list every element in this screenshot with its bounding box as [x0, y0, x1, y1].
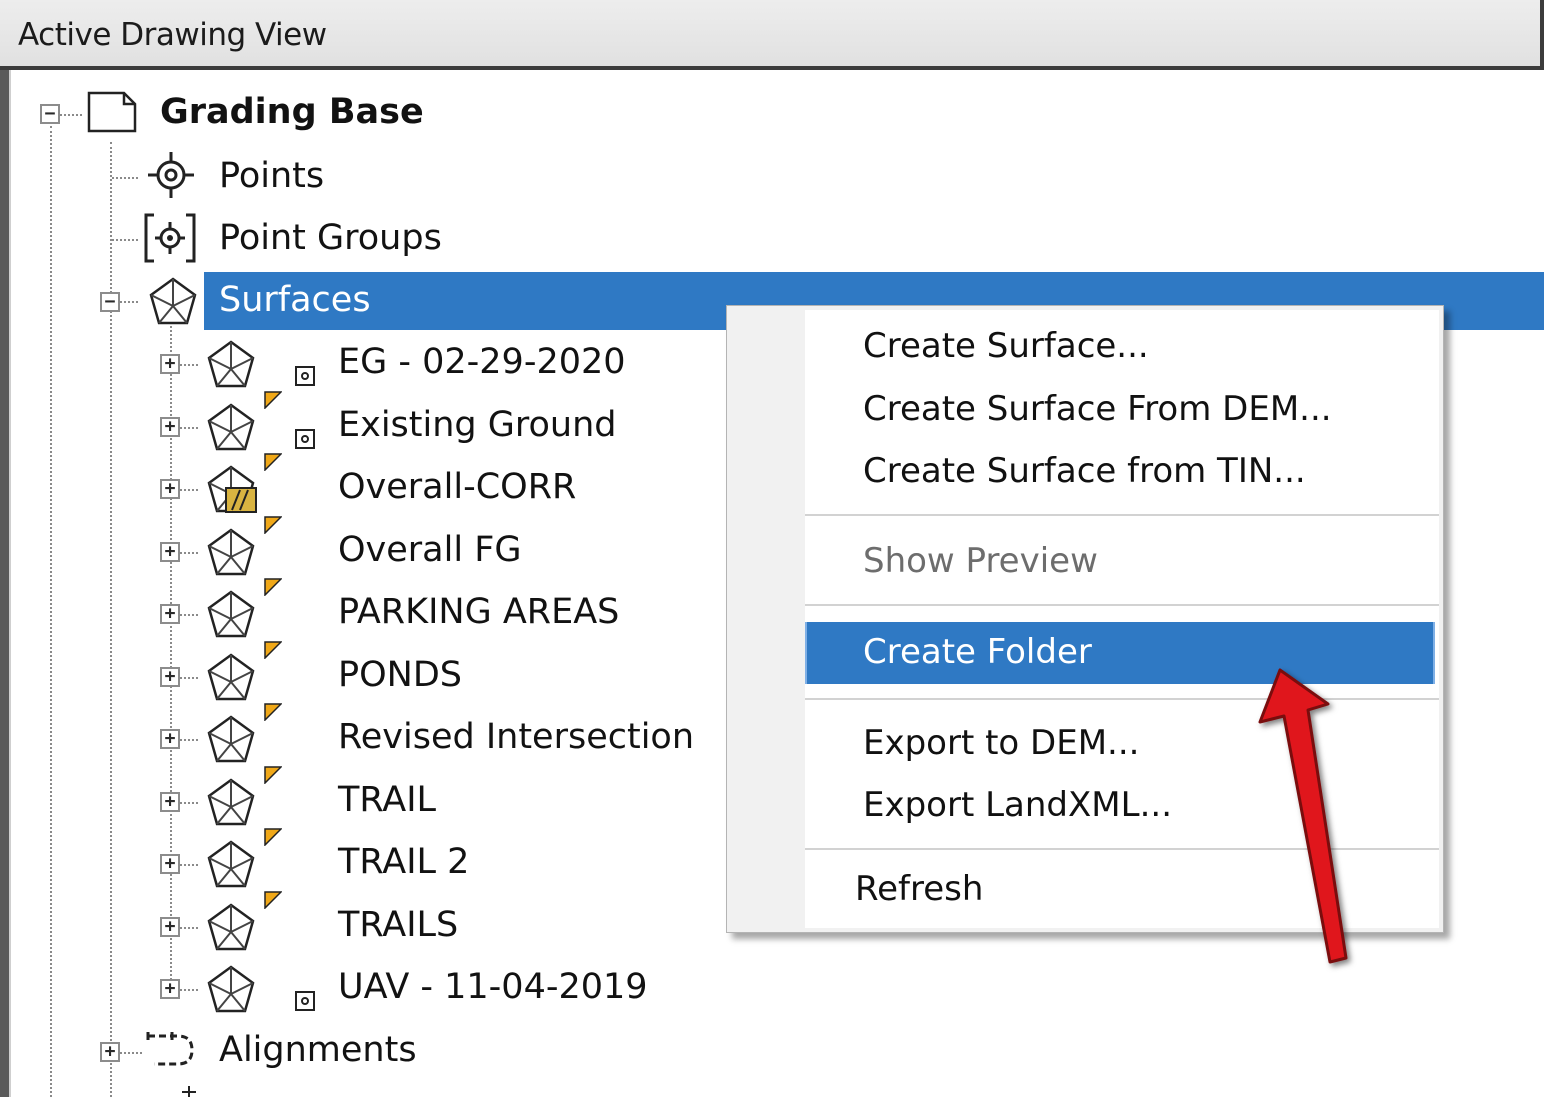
surface-icon — [206, 964, 256, 1018]
menu-item-create-surface-from-dem[interactable]: Create Surface From DEM... — [863, 389, 1332, 429]
surface-icon — [206, 714, 256, 768]
tree-item-points[interactable]: Points — [219, 156, 324, 196]
menu-item-export-to-dem[interactable]: Export to DEM... — [863, 723, 1139, 763]
expand-toggle[interactable]: + — [160, 417, 180, 437]
tree-line — [110, 142, 112, 1097]
expand-toggle[interactable]: + — [160, 542, 180, 562]
menu-separator — [805, 514, 1439, 516]
menu-item-export-landxml[interactable]: Export LandXML... — [863, 785, 1172, 825]
expand-toggle[interactable]: + — [160, 604, 180, 624]
out-of-date-flag-icon — [264, 703, 283, 722]
point-groups-icon — [144, 213, 196, 263]
expand-toggle[interactable]: + — [160, 729, 180, 749]
drawing-icon — [87, 91, 137, 133]
tree-item-label: Revised Intersection — [338, 717, 695, 757]
out-of-date-flag-icon — [264, 516, 283, 535]
tree-line — [180, 927, 198, 929]
menu-item-create-folder-label: Create Folder — [863, 632, 1092, 672]
menu-item-refresh[interactable]: Refresh — [855, 869, 983, 909]
tree-line — [180, 802, 198, 804]
tree-line — [120, 301, 138, 303]
collapse-toggle[interactable]: − — [100, 292, 120, 312]
expand-toggle[interactable]: + — [160, 667, 180, 687]
tree-line — [112, 177, 138, 179]
tree-item-surfaces[interactable]: Surfaces — [219, 280, 371, 320]
expand-toggle[interactable]: + — [160, 854, 180, 874]
surface-icon — [206, 777, 256, 831]
surface-icon — [206, 339, 256, 393]
tree-line — [180, 739, 198, 741]
tree-line — [180, 552, 198, 554]
surface-icon — [206, 589, 256, 643]
tree-line — [60, 114, 82, 116]
surface-icon — [206, 839, 256, 893]
tree-item-label: PONDS — [338, 655, 463, 695]
tree-item-alignments[interactable]: Alignments — [219, 1030, 417, 1070]
tree-line — [180, 427, 198, 429]
tree-item-label: TRAILS — [338, 905, 459, 945]
tree-item-label: EG - 02-29-2020 — [338, 342, 626, 382]
tree-item-next-icon — [182, 1086, 196, 1097]
header-edge — [1540, 0, 1544, 70]
out-of-date-flag-icon — [264, 891, 283, 910]
tree-line — [180, 364, 198, 366]
tree-item-label: Overall FG — [338, 530, 522, 570]
tree-line — [180, 989, 198, 991]
expand-toggle[interactable]: + — [160, 917, 180, 937]
expand-toggle[interactable]: + — [160, 479, 180, 499]
data-reference-icon — [295, 991, 315, 1011]
data-reference-icon — [295, 429, 315, 449]
surface-icon — [206, 402, 256, 456]
corridor-surface-icon — [206, 464, 260, 518]
tree-item-label: TRAIL 2 — [338, 842, 470, 882]
menu-item-create-surface[interactable]: Create Surface... — [863, 326, 1149, 366]
data-reference-icon — [295, 366, 315, 386]
tree-line — [120, 1052, 142, 1054]
menu-item-show-preview: Show Preview — [863, 541, 1098, 581]
annotation-arrow-icon — [1258, 668, 1348, 964]
tree-item-label: TRAIL — [338, 780, 437, 820]
out-of-date-flag-icon — [264, 641, 283, 660]
tree-line — [180, 864, 198, 866]
tree-item-label: PARKING AREAS — [338, 592, 620, 632]
out-of-date-flag-icon — [264, 391, 283, 410]
surface-icon — [206, 527, 256, 581]
menu-separator — [805, 604, 1439, 606]
tree-item-point-groups[interactable]: Point Groups — [219, 218, 442, 258]
panel-border — [0, 70, 9, 1097]
surface-icon — [206, 652, 256, 706]
expand-toggle[interactable]: + — [100, 1042, 120, 1062]
panel-header: Active Drawing View — [0, 0, 1544, 70]
tree-line — [180, 677, 198, 679]
menu-gutter — [727, 306, 803, 932]
expand-toggle[interactable]: + — [160, 792, 180, 812]
points-icon — [148, 152, 194, 198]
out-of-date-flag-icon — [264, 766, 283, 785]
tree-item-label: Overall-CORR — [338, 467, 577, 507]
out-of-date-flag-icon — [264, 453, 283, 472]
panel-title: Active Drawing View — [18, 17, 327, 53]
expand-toggle[interactable]: + — [160, 354, 180, 374]
tree-item-label: UAV - 11-04-2019 — [338, 967, 648, 1007]
tree-line — [50, 126, 52, 1097]
surface-icon — [206, 902, 256, 956]
surfaces-icon — [149, 277, 197, 325]
tree-item-label: Existing Ground — [338, 405, 617, 445]
tree-item-grading-base[interactable]: Grading Base — [160, 92, 424, 132]
out-of-date-flag-icon — [264, 578, 283, 597]
panel-border-inner — [9, 70, 11, 1097]
menu-item-create-surface-from-tin[interactable]: Create Surface from TIN... — [863, 451, 1306, 491]
tree-line — [180, 489, 198, 491]
tree-line — [112, 239, 138, 241]
collapse-toggle[interactable]: − — [40, 104, 60, 124]
alignments-icon — [146, 1032, 194, 1066]
tree-line — [180, 614, 198, 616]
expand-toggle[interactable]: + — [160, 979, 180, 999]
out-of-date-flag-icon — [264, 828, 283, 847]
